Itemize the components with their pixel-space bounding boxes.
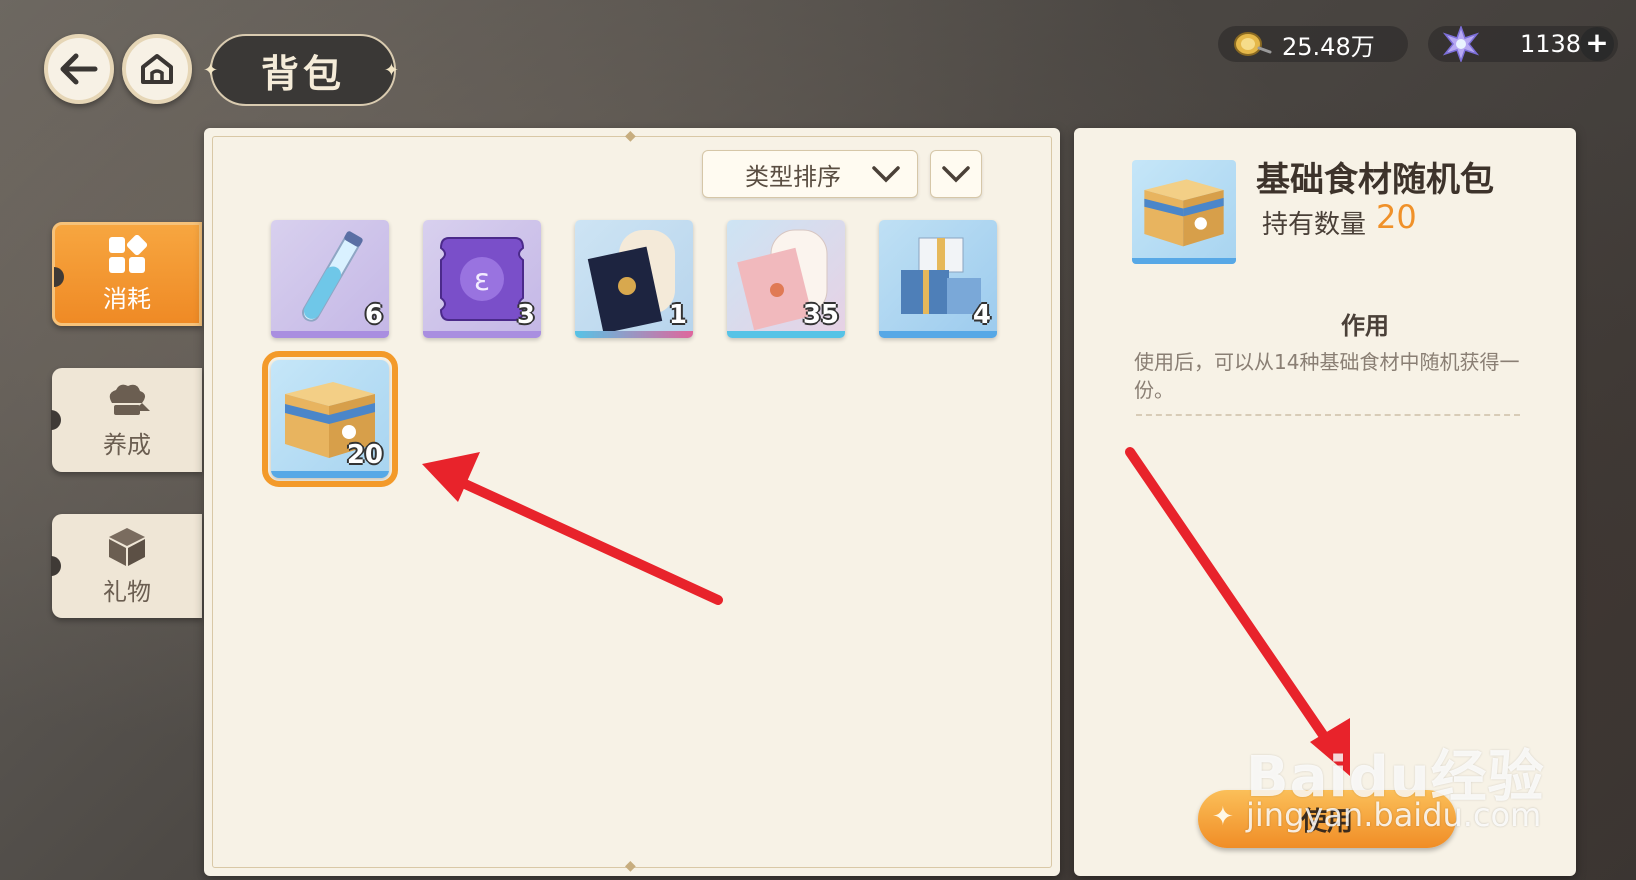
watermark-url: jingyan.baidu.com	[1246, 796, 1542, 834]
arrow-to-item	[422, 452, 723, 605]
arrow-to-use-button	[1125, 447, 1350, 776]
